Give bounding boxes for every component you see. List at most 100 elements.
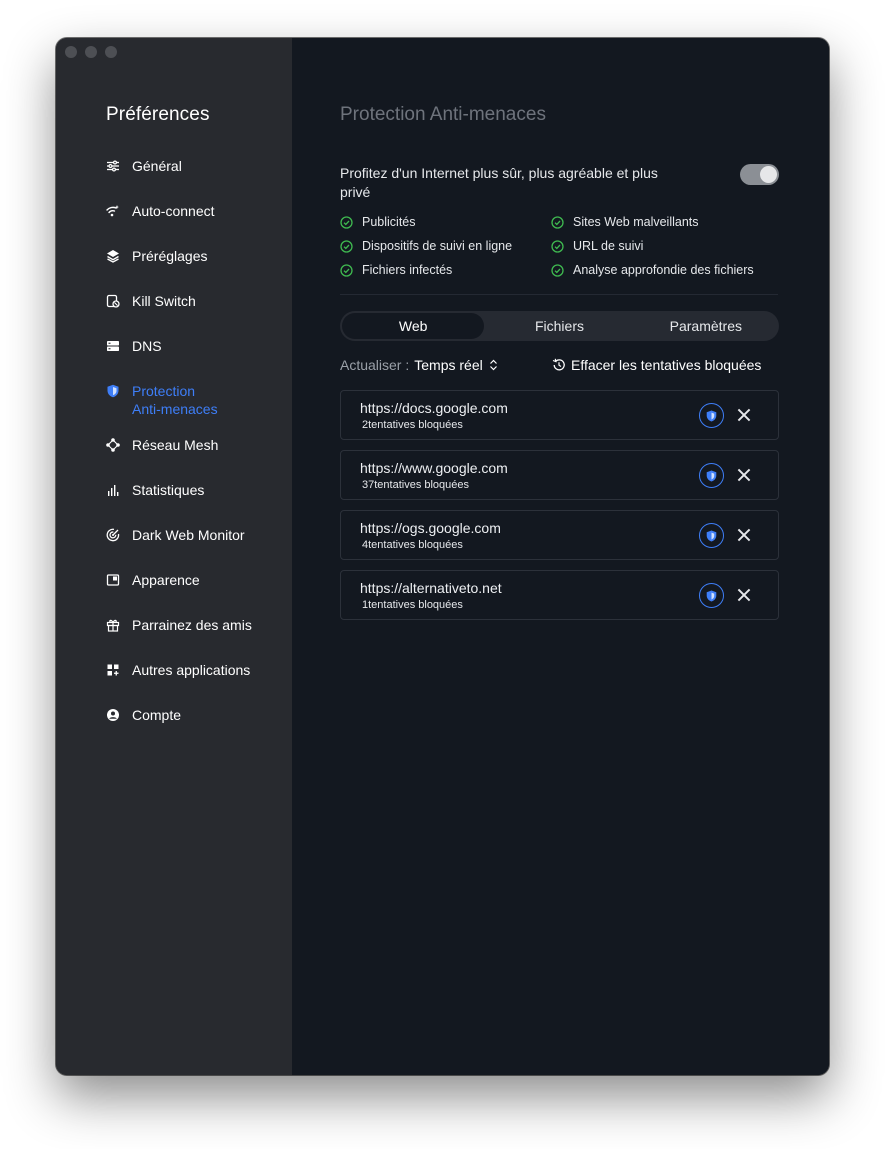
history-icon [552, 358, 566, 372]
close-icon[interactable] [737, 588, 751, 602]
clear-blocked-button[interactable]: Effacer les tentatives bloquées [552, 357, 761, 373]
feature-label: Analyse approfondie des fichiers [573, 263, 754, 277]
shield-icon [106, 384, 120, 398]
sidebar-item-label: Protection Anti-menaces [132, 383, 218, 417]
chevron-up-down-icon [489, 359, 498, 371]
minimize-window-button[interactable] [85, 46, 97, 58]
check-circle-icon [551, 215, 564, 229]
clear-blocked-label: Effacer les tentatives bloquées [571, 357, 762, 373]
close-window-button[interactable] [65, 46, 77, 58]
sidebar-item-threat-protection[interactable]: Protection Anti-menaces [56, 383, 292, 437]
sidebar-item-label: Dark Web Monitor [132, 527, 245, 543]
sidebar-item-label: Réseau Mesh [132, 437, 219, 453]
refresh-value: Temps réel [414, 357, 483, 373]
sidebar-item-label: Parrainez des amis [132, 617, 252, 633]
refresh-label: Actualiser : [340, 357, 410, 373]
intro-text: Profitez d'un Internet plus sûr, plus ag… [340, 165, 658, 200]
blocked-url: https://alternativeto.net [360, 580, 502, 596]
sidebar-title: Préférences [106, 104, 210, 125]
feature-item: Analyse approfondie des fichiers [551, 262, 780, 278]
kill-switch-icon [106, 294, 120, 308]
feature-item: URL de suivi [551, 238, 780, 254]
check-circle-icon [340, 215, 353, 229]
check-circle-icon [551, 239, 564, 253]
feature-item: Fichiers infectés [340, 262, 551, 278]
tab-files[interactable]: Fichiers [488, 313, 630, 339]
feature-label: Publicités [362, 215, 416, 229]
blocked-list: https://docs.google.com 2tentatives bloq… [340, 390, 779, 630]
refresh-selector[interactable]: Actualiser : Temps réel [340, 357, 498, 373]
sidebar-item-kill-switch[interactable]: Kill Switch [56, 293, 292, 338]
sidebar-item-account[interactable]: Compte [56, 707, 292, 752]
sidebar-item-refer-friends[interactable]: Parrainez des amis [56, 617, 292, 662]
sidebar-item-label: Autres applications [132, 662, 251, 678]
list-item: https://docs.google.com 2tentatives bloq… [340, 390, 779, 440]
blocked-url: https://ogs.google.com [360, 520, 501, 536]
feature-label: Sites Web malveillants [573, 215, 699, 229]
sidebar-item-label: Préréglages [132, 248, 208, 264]
sidebar-item-label: Apparence [132, 572, 200, 588]
zoom-window-button[interactable] [105, 46, 117, 58]
blocked-url: https://docs.google.com [360, 400, 508, 416]
server-icon [106, 339, 120, 353]
sidebar-item-presets[interactable]: Préréglages [56, 248, 292, 293]
blocked-count: 37tentatives bloquées [362, 479, 470, 491]
list-item: https://alternativeto.net 1tentatives bl… [340, 570, 779, 620]
feature-item: Sites Web malveillants [551, 214, 780, 230]
page-title: Protection Anti-menaces [340, 104, 546, 125]
appearance-icon [106, 573, 120, 587]
sidebar-item-label: Auto-connect [132, 203, 215, 219]
window-controls [65, 46, 117, 58]
shield-button[interactable] [699, 403, 724, 428]
tab-settings[interactable]: Paramètres [635, 313, 777, 339]
sidebar-item-dns[interactable]: DNS [56, 338, 292, 383]
feature-item: Dispositifs de suivi en ligne [340, 238, 551, 254]
feature-list: Publicités Sites Web malveillants Dispos… [340, 214, 780, 278]
blocked-count: 1tentatives bloquées [362, 599, 463, 611]
list-item: https://ogs.google.com 4tentatives bloqu… [340, 510, 779, 560]
shield-button[interactable] [699, 583, 724, 608]
shield-button[interactable] [699, 463, 724, 488]
gift-icon [106, 618, 120, 632]
blocked-count: 4tentatives bloquées [362, 539, 463, 551]
account-icon [106, 708, 120, 722]
blocked-count: 2tentatives bloquées [362, 419, 463, 431]
check-circle-icon [551, 263, 564, 277]
tab-bar: Web Fichiers Paramètres [340, 311, 779, 341]
feature-item: Publicités [340, 214, 551, 230]
sidebar-item-mesh[interactable]: Réseau Mesh [56, 437, 292, 482]
apps-icon [106, 663, 120, 677]
sidebar-item-label: Général [132, 158, 182, 174]
sidebar-item-label: DNS [132, 338, 162, 354]
sidebar-item-statistics[interactable]: Statistiques [56, 482, 292, 527]
sidebar-item-label: Kill Switch [132, 293, 196, 309]
divider [340, 294, 778, 295]
wifi-icon [106, 204, 120, 218]
sidebar: Préférences Général Auto-connect Prérégl… [56, 38, 292, 1075]
stats-icon [106, 483, 120, 497]
threat-protection-toggle[interactable] [740, 164, 779, 185]
sliders-icon [106, 159, 120, 173]
close-icon[interactable] [737, 528, 751, 542]
shield-button[interactable] [699, 523, 724, 548]
sidebar-item-appearance[interactable]: Apparence [56, 572, 292, 617]
sidebar-item-other-apps[interactable]: Autres applications [56, 662, 292, 707]
preferences-window: Préférences Général Auto-connect Prérégl… [56, 38, 829, 1075]
feature-label: Fichiers infectés [362, 263, 453, 277]
sidebar-item-label: Compte [132, 707, 182, 723]
list-item: https://www.google.com 37tentatives bloq… [340, 450, 779, 500]
check-circle-icon [340, 239, 353, 253]
blocked-url: https://www.google.com [360, 460, 508, 476]
close-icon[interactable] [737, 408, 751, 422]
radar-icon [106, 528, 120, 542]
feature-label: URL de suivi [573, 239, 644, 253]
close-icon[interactable] [737, 468, 751, 482]
sidebar-item-auto-connect[interactable]: Auto-connect [56, 203, 292, 248]
check-circle-icon [340, 263, 353, 277]
tab-web[interactable]: Web [342, 313, 485, 339]
sidebar-item-general[interactable]: Général [56, 158, 292, 203]
sidebar-item-dark-web-monitor[interactable]: Dark Web Monitor [56, 527, 292, 572]
layers-icon [106, 249, 120, 263]
main-panel: Protection Anti-menaces Profitez d'un In… [292, 38, 829, 1075]
sidebar-item-label: Statistiques [132, 482, 205, 498]
